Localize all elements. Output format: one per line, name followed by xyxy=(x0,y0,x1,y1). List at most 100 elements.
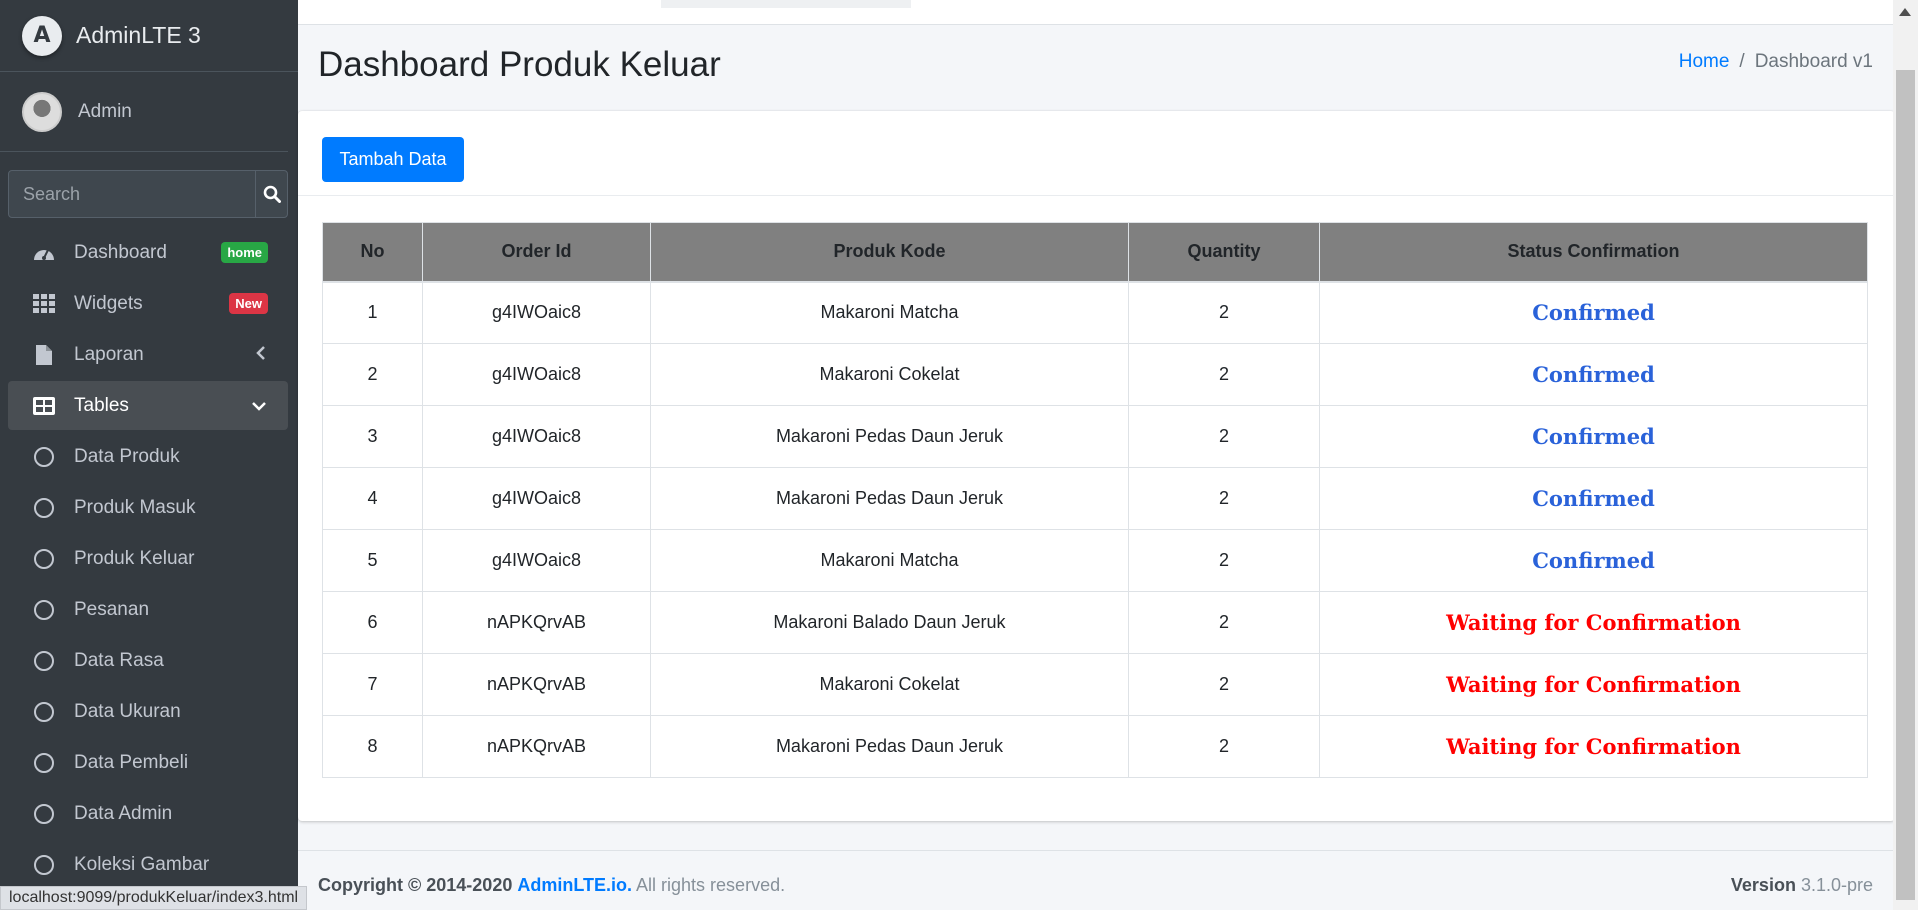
sidebar-item-data-admin[interactable]: Data Admin xyxy=(8,789,288,838)
sidebar-item-label: Laporan xyxy=(74,343,144,365)
cell-no: 1 xyxy=(322,281,423,344)
sidebar-nav: Dashboard home Widgets New Laporan Table… xyxy=(0,228,298,889)
table-row: 5 g4IWOaic8 Makaroni Matcha 2 Confirmed xyxy=(322,529,1868,592)
column-header-order-id[interactable]: Order Id xyxy=(422,222,651,283)
brand-link[interactable]: A AdminLTE 3 xyxy=(0,0,298,72)
sidebar-item-widgets[interactable]: Widgets New xyxy=(8,279,288,328)
cell-order-id: g4IWOaic8 xyxy=(422,405,651,468)
cell-status: Confirmed xyxy=(1319,529,1868,592)
cell-order-id: nAPKQrvAB xyxy=(422,653,651,716)
chevron-left-icon xyxy=(256,344,266,366)
scrollbar-thumb[interactable] xyxy=(1896,70,1915,900)
sidebar-item-label: Widgets xyxy=(74,292,143,314)
breadcrumb-home-link[interactable]: Home xyxy=(1679,51,1730,72)
cell-order-id: g4IWOaic8 xyxy=(422,281,651,344)
cell-no: 3 xyxy=(322,405,423,468)
cell-produk: Makaroni Pedas Daun Jeruk xyxy=(650,715,1129,778)
column-header-no[interactable]: No xyxy=(322,222,423,283)
column-header-produk-kode[interactable]: Produk Kode xyxy=(650,222,1129,283)
cell-produk: Makaroni Matcha xyxy=(650,529,1129,592)
column-header-status[interactable]: Status Confirmation xyxy=(1319,222,1868,283)
sidebar-item-label: Koleksi Gambar xyxy=(74,853,210,875)
cell-produk: Makaroni Cokelat xyxy=(650,653,1129,716)
page-scrollbar[interactable] xyxy=(1893,0,1918,910)
sidebar-item-label: Data Ukuran xyxy=(74,700,181,722)
sidebar-item-pesanan[interactable]: Pesanan xyxy=(8,585,288,634)
sidebar-item-koleksi-gambar[interactable]: Koleksi Gambar xyxy=(8,840,288,889)
version-label: Version xyxy=(1730,875,1796,895)
cell-qty: 2 xyxy=(1128,281,1320,344)
brand-name: AdminLTE 3 xyxy=(76,22,201,48)
search-icon xyxy=(263,185,281,203)
grid-icon xyxy=(30,293,58,314)
cell-status: Confirmed xyxy=(1319,343,1868,406)
content-header: Dashboard Produk Keluar Home / Dashboard v… xyxy=(298,25,1893,111)
circle-icon xyxy=(30,701,58,722)
breadcrumb: Home / Dashboard v1 xyxy=(1679,51,1873,73)
cell-order-id: g4IWOaic8 xyxy=(422,467,651,530)
cell-produk: Makaroni Matcha xyxy=(650,281,1129,344)
sidebar-item-label: Tables xyxy=(74,394,129,416)
sidebar-item-label: Data Pembeli xyxy=(74,751,189,773)
sidebar-item-tables[interactable]: Tables xyxy=(8,381,288,430)
circle-icon xyxy=(30,497,58,518)
search-button[interactable] xyxy=(255,171,287,217)
search-input[interactable] xyxy=(9,171,255,217)
sidebar-item-data-ukuran[interactable]: Data Ukuran xyxy=(8,687,288,736)
cell-qty: 2 xyxy=(1128,591,1320,654)
cell-status: Waiting for Confirmation xyxy=(1319,653,1868,716)
sidebar-item-laporan[interactable]: Laporan xyxy=(8,330,288,379)
circle-icon xyxy=(30,752,58,773)
sidebar-item-data-pembeli[interactable]: Data Pembeli xyxy=(8,738,288,787)
badge-new: New xyxy=(229,293,268,314)
circle-icon xyxy=(30,803,58,824)
circle-icon xyxy=(30,599,58,620)
table-icon xyxy=(30,396,58,415)
cell-qty: 2 xyxy=(1128,715,1320,778)
navbar-search-area[interactable] xyxy=(661,0,911,8)
table-row: 8 nAPKQrvAB Makaroni Pedas Daun Jeruk 2 Wait… xyxy=(322,715,1868,778)
cell-status: Confirmed xyxy=(1319,281,1868,344)
table-header-row: No Order Id Produk Kode Quantity Status … xyxy=(322,222,1868,283)
user-panel[interactable]: Admin xyxy=(0,72,288,152)
sidebar-item-label: Dashboard xyxy=(74,241,167,263)
table-row: 4 g4IWOaic8 Makaroni Pedas Daun Jeruk 2 Conf… xyxy=(322,467,1868,530)
cell-status: Confirmed xyxy=(1319,467,1868,530)
add-data-button[interactable]: Tambah Data xyxy=(322,137,464,182)
adminlte-link[interactable]: AdminLTE.io. xyxy=(517,875,632,895)
scroll-up-icon[interactable] xyxy=(1899,8,1911,16)
sidebar-item-data-rasa[interactable]: Data Rasa xyxy=(8,636,288,685)
cell-order-id: nAPKQrvAB xyxy=(422,591,651,654)
produk-keluar-table: No Order Id Produk Kode Quantity Status … xyxy=(322,222,1868,778)
table-row: 7 nAPKQrvAB Makaroni Cokelat 2 Waiting for C… xyxy=(322,653,1868,716)
cell-status: Waiting for Confirmation xyxy=(1319,591,1868,654)
cell-qty: 2 xyxy=(1128,653,1320,716)
cell-produk: Makaroni Cokelat xyxy=(650,343,1129,406)
main-footer: Copyright © 2014-2020 AdminLTE.io. All r… xyxy=(298,850,1893,910)
footer-copyright: Copyright © 2014-2020 AdminLTE.io. All r… xyxy=(318,875,785,896)
top-navbar xyxy=(298,0,1918,25)
sidebar-item-label: Pesanan xyxy=(74,598,150,620)
file-icon xyxy=(30,344,58,365)
cell-produk: Makaroni Pedas Daun Jeruk xyxy=(650,405,1129,468)
sidebar-item-produk-masuk[interactable]: Produk Masuk xyxy=(8,483,288,532)
table-row: 6 nAPKQrvAB Makaroni Balado Daun Jeruk 2 Wai… xyxy=(322,591,1868,654)
column-header-quantity[interactable]: Quantity xyxy=(1128,222,1320,283)
breadcrumb-current: Dashboard v1 xyxy=(1754,51,1873,72)
card-header: Tambah Data xyxy=(298,111,1895,196)
circle-icon xyxy=(30,548,58,569)
circle-icon xyxy=(30,650,58,671)
sidebar-item-dashboard[interactable]: Dashboard home xyxy=(8,228,288,277)
cell-no: 5 xyxy=(322,529,423,592)
chevron-down-icon xyxy=(252,395,266,417)
footer-version: Version 3.1.0-pre xyxy=(1731,875,1873,896)
sidebar-item-data-produk[interactable]: Data Produk xyxy=(8,432,288,481)
cell-order-id: g4IWOaic8 xyxy=(422,529,651,592)
cell-order-id: g4IWOaic8 xyxy=(422,343,651,406)
cell-qty: 2 xyxy=(1128,343,1320,406)
sidebar-item-label: Data Produk xyxy=(74,445,180,467)
sidebar-item-produk-keluar[interactable]: Produk Keluar xyxy=(8,534,288,583)
cell-produk: Makaroni Pedas Daun Jeruk xyxy=(650,467,1129,530)
cell-qty: 2 xyxy=(1128,467,1320,530)
breadcrumb-separator: / xyxy=(1739,51,1745,72)
